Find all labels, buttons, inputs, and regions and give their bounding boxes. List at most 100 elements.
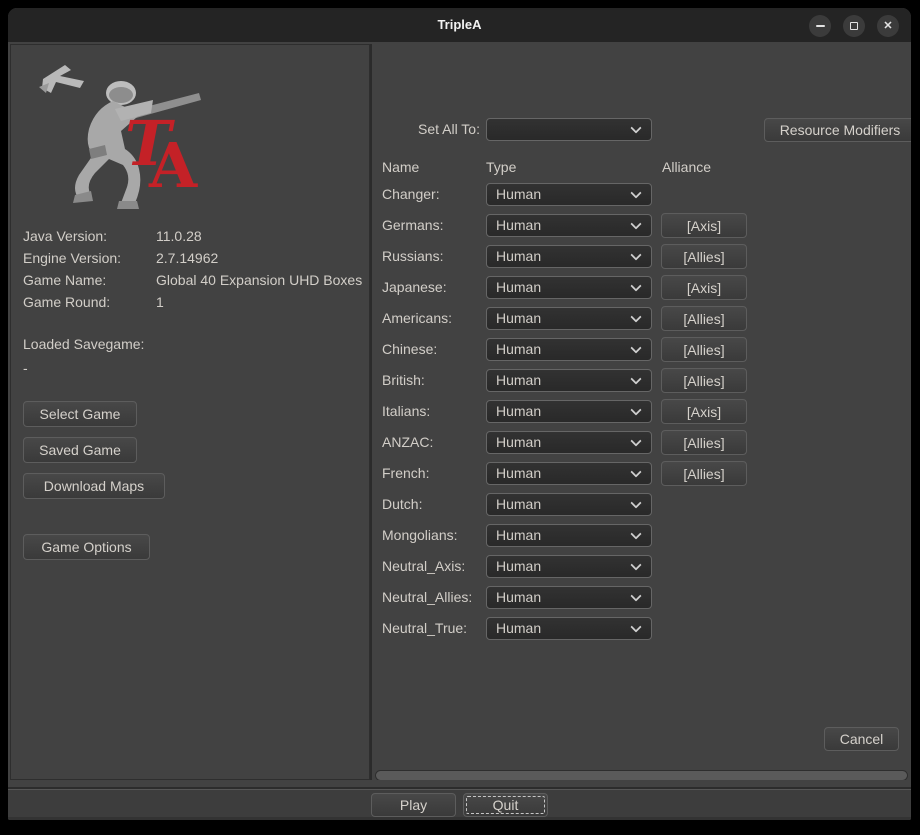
airplane-icon bbox=[39, 65, 84, 93]
chevron-down-icon bbox=[630, 497, 641, 508]
engine-version-label: Engine Version: bbox=[23, 247, 121, 269]
player-type-select[interactable]: Human bbox=[486, 617, 652, 640]
select-game-button[interactable]: Select Game bbox=[23, 401, 137, 427]
engine-version-row: Engine Version: 2.7.14962 bbox=[11, 247, 369, 269]
player-type-value: Human bbox=[496, 587, 541, 608]
close-icon: ✕ bbox=[883, 21, 892, 32]
player-type-select[interactable]: Human bbox=[486, 369, 652, 392]
player-type-select[interactable]: Human bbox=[486, 462, 652, 485]
bottom-action-bar: Play Quit bbox=[8, 789, 911, 820]
alliance-button[interactable]: [Allies] bbox=[661, 244, 747, 269]
chevron-down-icon bbox=[630, 466, 641, 477]
download-maps-button[interactable]: Download Maps bbox=[23, 473, 165, 499]
alliance-button[interactable]: [Axis] bbox=[661, 399, 747, 424]
player-type-select[interactable]: Human bbox=[486, 245, 652, 268]
game-name-label: Game Name: bbox=[23, 269, 106, 291]
player-type-select[interactable]: Human bbox=[486, 214, 652, 237]
chevron-down-icon bbox=[630, 435, 641, 446]
player-name-label: ANZAC: bbox=[382, 431, 433, 454]
player-type-value: Human bbox=[496, 401, 541, 422]
player-type-select[interactable]: Human bbox=[486, 586, 652, 609]
player-row: French: Human [Allies] bbox=[372, 462, 911, 487]
game-round-value: 1 bbox=[156, 291, 164, 313]
player-row: Neutral_Axis: Human bbox=[372, 555, 911, 580]
horizontal-scrollbar-thumb[interactable] bbox=[375, 770, 908, 780]
player-row: Neutral_True: Human bbox=[372, 617, 911, 642]
saved-game-button[interactable]: Saved Game bbox=[23, 437, 137, 463]
maximize-icon bbox=[850, 22, 858, 30]
alliance-button[interactable]: [Allies] bbox=[661, 430, 747, 455]
chevron-down-icon bbox=[630, 187, 641, 198]
chevron-down-icon bbox=[630, 218, 641, 229]
player-row: Changer: Human bbox=[372, 183, 911, 208]
chevron-down-icon bbox=[630, 373, 641, 384]
player-type-select[interactable]: Human bbox=[486, 555, 652, 578]
player-name-label: Japanese: bbox=[382, 276, 447, 299]
alliance-button[interactable]: [Axis] bbox=[661, 213, 747, 238]
quit-button[interactable]: Quit bbox=[463, 793, 548, 817]
player-row: Japanese: Human [Axis] bbox=[372, 276, 911, 301]
player-row: Italians: Human [Axis] bbox=[372, 400, 911, 425]
player-type-select[interactable]: Human bbox=[486, 276, 652, 299]
player-type-value: Human bbox=[496, 556, 541, 577]
minimize-button[interactable] bbox=[809, 15, 831, 37]
player-type-value: Human bbox=[496, 246, 541, 267]
chevron-down-icon bbox=[630, 122, 641, 133]
alliance-button[interactable]: [Axis] bbox=[661, 275, 747, 300]
set-all-to-select[interactable] bbox=[486, 118, 652, 141]
player-row: Mongolians: Human bbox=[372, 524, 911, 549]
alliance-button[interactable]: [Allies] bbox=[661, 337, 747, 362]
resource-modifiers-button[interactable]: Resource Modifiers bbox=[764, 118, 911, 142]
player-type-value: Human bbox=[496, 618, 541, 639]
player-type-select[interactable]: Human bbox=[486, 431, 652, 454]
player-type-select[interactable]: Human bbox=[486, 524, 652, 547]
engine-version-value: 2.7.14962 bbox=[156, 247, 218, 269]
player-type-value: Human bbox=[496, 339, 541, 360]
player-type-value: Human bbox=[496, 215, 541, 236]
chevron-down-icon bbox=[630, 280, 641, 291]
alliance-button[interactable]: [Allies] bbox=[661, 461, 747, 486]
player-name-label: Russians: bbox=[382, 245, 443, 268]
player-name-label: Neutral_Axis: bbox=[382, 555, 465, 578]
loaded-savegame-value: - bbox=[23, 357, 28, 379]
close-button[interactable]: ✕ bbox=[877, 15, 899, 37]
player-row: Germans: Human [Axis] bbox=[372, 214, 911, 239]
player-type-select[interactable]: Human bbox=[486, 307, 652, 330]
player-row: British: Human [Allies] bbox=[372, 369, 911, 394]
maximize-button[interactable] bbox=[843, 15, 865, 37]
game-options-button[interactable]: Game Options bbox=[23, 534, 150, 560]
logo-letter-a: A bbox=[148, 129, 198, 202]
player-name-label: Mongolians: bbox=[382, 524, 458, 547]
player-name-label: Italians: bbox=[382, 400, 430, 423]
play-button[interactable]: Play bbox=[371, 793, 456, 817]
minimize-icon bbox=[816, 25, 825, 27]
player-name-label: Neutral_True: bbox=[382, 617, 467, 640]
game-name-row: Game Name: Global 40 Expansion UHD Boxes bbox=[11, 269, 369, 291]
alliance-button[interactable]: [Allies] bbox=[661, 306, 747, 331]
player-type-value: Human bbox=[496, 277, 541, 298]
player-row: Chinese: Human [Allies] bbox=[372, 338, 911, 363]
chevron-down-icon bbox=[630, 590, 641, 601]
cancel-button[interactable]: Cancel bbox=[824, 727, 899, 751]
java-version-value: 11.0.28 bbox=[156, 225, 202, 247]
player-type-value: Human bbox=[496, 463, 541, 484]
player-name-label: Germans: bbox=[382, 214, 443, 237]
player-type-select[interactable]: Human bbox=[486, 183, 652, 206]
chevron-down-icon bbox=[630, 559, 641, 570]
player-name-label: French: bbox=[382, 462, 429, 485]
player-type-select[interactable]: Human bbox=[486, 400, 652, 423]
loaded-savegame-label: Loaded Savegame: bbox=[23, 333, 144, 355]
player-name-label: Chinese: bbox=[382, 338, 437, 361]
player-name-label: Changer: bbox=[382, 183, 440, 206]
player-type-select[interactable]: Human bbox=[486, 493, 652, 516]
player-row: Russians: Human [Allies] bbox=[372, 245, 911, 270]
player-name-label: Dutch: bbox=[382, 493, 422, 516]
player-type-select[interactable]: Human bbox=[486, 338, 652, 361]
java-version-row: Java Version: 11.0.28 bbox=[11, 225, 369, 247]
player-type-value: Human bbox=[496, 184, 541, 205]
java-version-label: Java Version: bbox=[23, 225, 107, 247]
alliance-button[interactable]: [Allies] bbox=[661, 368, 747, 393]
column-header-type: Type bbox=[486, 157, 516, 177]
player-type-value: Human bbox=[496, 494, 541, 515]
title-bar[interactable]: TripleA ✕ bbox=[8, 8, 911, 42]
